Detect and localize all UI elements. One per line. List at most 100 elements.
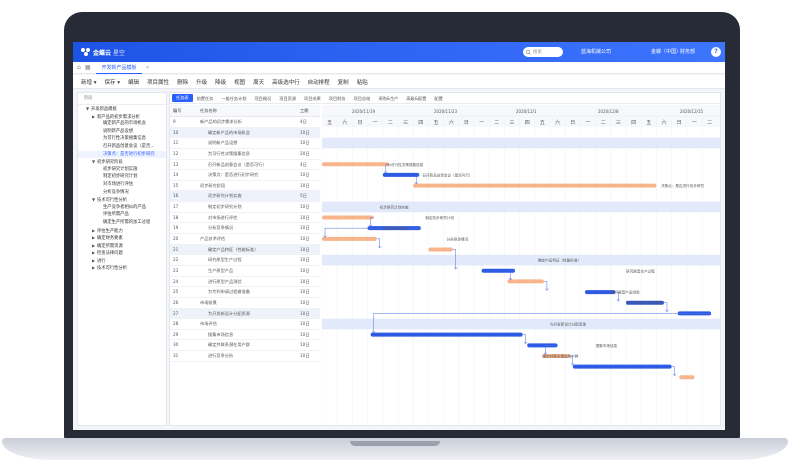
user-menu[interactable]: 财务部 <box>680 48 695 55</box>
help-button[interactable]: ? <box>711 47 721 57</box>
toolbar-item-7[interactable]: 视图 <box>234 78 245 86</box>
subtab-3[interactable]: 项目概况 <box>250 93 275 104</box>
row-task-name: 分析竞争情况 <box>208 225 234 231</box>
tree-item[interactable]: 初步研究计划实施 <box>78 166 166 174</box>
tree-item[interactable]: 评估所需产品 <box>78 211 166 219</box>
tree-item[interactable]: 确定新产品的市场机会 <box>78 120 166 128</box>
toolbar-item-12[interactable]: 粘贴 <box>357 78 368 86</box>
tree-item[interactable]: ▶ 检查法律问题 <box>78 249 166 257</box>
tree-item[interactable]: 为可行性决策搜集信息 <box>78 135 166 143</box>
gantt-bar <box>413 183 657 188</box>
tree-item-label: 开发新品模板 <box>91 107 117 112</box>
grid-icon[interactable]: ▦ <box>85 64 91 71</box>
row-num: 25 <box>173 289 179 295</box>
toolbar-item-0[interactable]: 新增 ▾ <box>81 78 97 86</box>
tree-item[interactable]: 生产竞争者相似的产品 <box>78 204 166 212</box>
gantt-day-label: 六 <box>555 119 560 126</box>
table-row[interactable]: 29 搜集市场信息 10日 <box>170 330 320 341</box>
tab-template[interactable]: 开发新产品模板 <box>96 62 142 74</box>
table-row[interactable]: 28 市场评估 10日 <box>170 319 320 330</box>
table-row[interactable]: 30 确定并联系潜在用户群 10日 <box>170 340 320 352</box>
toolbar-item-4[interactable]: 删除 <box>177 78 188 86</box>
table-row[interactable]: 11 说明新产品设想 10日 <box>170 138 320 149</box>
gantt-svg: 2020/11/19 2020/11/23 2020/12/1 2020/12/8 20… <box>322 105 720 425</box>
subtab-1[interactable]: 前置任务 <box>193 93 218 104</box>
tree-item[interactable]: ▶ 确定财务要素 <box>78 234 166 242</box>
table-row[interactable]: 27 为开发新设计分配资源 10日 <box>170 308 320 320</box>
subtab-5[interactable]: 项目成果 <box>300 93 325 104</box>
row-duration: 10日 <box>300 236 310 242</box>
tree-item[interactable]: ▼ 技术可行性分析 <box>78 196 166 204</box>
tree-item[interactable]: 对市场进行评估 <box>78 181 166 189</box>
toolbar-item-1[interactable]: 保存 ▾ <box>105 78 121 86</box>
tree-item[interactable]: 确定生产所需的加工过程 <box>78 219 166 227</box>
toolbar-item-10[interactable]: 自动排程 <box>308 78 330 86</box>
table-row[interactable]: 20 产品技术评估 10日 <box>170 234 320 245</box>
tree-item-label: 确定新产品的市场机会 <box>103 121 146 127</box>
table-row[interactable]: 18 对市场进行评估 10日 <box>170 213 320 224</box>
close-icon[interactable]: ✕ <box>146 65 150 71</box>
table-row[interactable]: 17 制定初步研究计划 10日 <box>170 202 320 213</box>
tree-item[interactable]: 决策点：是否进行初步研究 <box>78 150 166 159</box>
app-logo[interactable]: 金蝶云 星空 <box>81 47 125 57</box>
table-row[interactable]: 24 进行原型产品测验 10日 <box>170 277 320 288</box>
toolbar-item-5[interactable]: 升级 <box>196 78 207 86</box>
table-row[interactable]: 26 市场前景 10日 <box>170 298 320 309</box>
table-row[interactable]: 23 生产原型产品 10日 <box>170 266 320 277</box>
gantt-day-label: 三 <box>403 120 408 126</box>
subtab-7[interactable]: 项目总结 <box>350 93 375 104</box>
subtab-6[interactable]: 项目财务 <box>325 93 350 104</box>
row-duration: 10日 <box>300 182 310 188</box>
toolbar-item-9[interactable]: 高级选中行 <box>272 78 300 86</box>
table-row[interactable]: 25 为专利申请过程做准备 10日 <box>170 287 320 298</box>
org-selector[interactable]: 金蝶（中国） <box>651 48 681 55</box>
tree-item[interactable]: ▼ 初步研究阶段 <box>78 158 166 166</box>
toolbar-item-8[interactable]: 周天 <box>253 78 264 86</box>
toolbar-item-6[interactable]: 降级 <box>215 78 226 86</box>
table-row[interactable]: 16 初步研究计划实施 5日 <box>170 191 320 203</box>
table-row[interactable]: 22 研究原型生产过程 10日 <box>170 255 320 266</box>
gantt-bar <box>322 162 389 167</box>
tree-item[interactable]: ▶ 进行 <box>78 257 166 265</box>
table-row[interactable]: 14 决策点：是否进行初步研究 10日 <box>170 170 320 181</box>
subtab-0[interactable]: 任务表 <box>172 94 193 102</box>
gantt-bar-label: 决策点：是否进行初步研究 <box>661 183 705 188</box>
subtab-9[interactable]: 高级&配置 <box>402 93 430 104</box>
table-row[interactable]: 31 进行竞争分析 10日 <box>170 351 320 362</box>
gantt-day-label: 日 <box>464 120 469 126</box>
tree-item[interactable]: ▶ 新产品的初步需求分析 <box>78 113 166 121</box>
row-duration: 4日 <box>300 161 307 167</box>
table-row[interactable]: 10 确定新产品的市场机会 10日 <box>170 127 320 139</box>
company-selector[interactable]: 蓝海机械公司 <box>581 48 611 55</box>
gantt-row-band <box>322 254 720 266</box>
search-input[interactable]: 搜索 <box>523 47 563 57</box>
row-duration: 10日 <box>300 353 310 359</box>
table-row[interactable]: 12 为可行性决策搜集信息 20日 <box>170 149 320 160</box>
tree-item[interactable]: 召开新品创意会议（是否… <box>78 143 166 151</box>
table-row[interactable]: 9 新产品的初步需求分析 4日 <box>170 117 320 128</box>
subtab-2[interactable]: 一般任务计划 <box>217 93 250 104</box>
gantt-day-label: 一 <box>479 120 484 126</box>
tree-item[interactable]: ▶ 确定所需资源 <box>78 242 166 250</box>
tree-item[interactable]: ▶ 技术可行性分析 <box>78 264 166 272</box>
table-row[interactable]: 15 初步研究阶段 10日 <box>170 181 320 192</box>
table-row[interactable]: 21 确定产品特征（性能标准） 10日 <box>170 244 320 256</box>
table-row[interactable]: 19 分析竞争情况 10日 <box>170 223 320 235</box>
subtab-4[interactable]: 项目资源 <box>275 93 300 104</box>
tree-item[interactable]: ▼ 开发新品模板 <box>78 105 166 113</box>
tree-item[interactable]: 制定初步研究计划 <box>78 173 166 181</box>
home-icon[interactable]: ⌂ <box>77 64 81 71</box>
toolbar-item-3[interactable]: 项目属性 <box>147 78 169 86</box>
tree-item[interactable]: 分析竞争情况 <box>78 189 166 197</box>
tree-item[interactable]: 说明新产品设想 <box>78 128 166 136</box>
tree-item-label: 确定生产所需的加工过程 <box>103 219 151 225</box>
subtab-8[interactable]: 采购&生产 <box>374 93 402 104</box>
subtab-10[interactable]: 配置 <box>430 93 446 104</box>
tree-item-label: 初步研究阶段 <box>97 160 123 166</box>
toolbar-item-11[interactable]: 复制 <box>338 78 349 86</box>
table-row[interactable]: 13 召开新品创意会议（是否可行） 4日 <box>170 160 320 171</box>
row-duration: 10日 <box>300 310 310 316</box>
tree-item[interactable]: ▶ 评估生产能力 <box>78 227 166 235</box>
tab-bar: ⌂ ▦ 开发新产品模板 ✕ <box>73 62 725 74</box>
toolbar-item-2[interactable]: 编辑 <box>128 78 139 86</box>
